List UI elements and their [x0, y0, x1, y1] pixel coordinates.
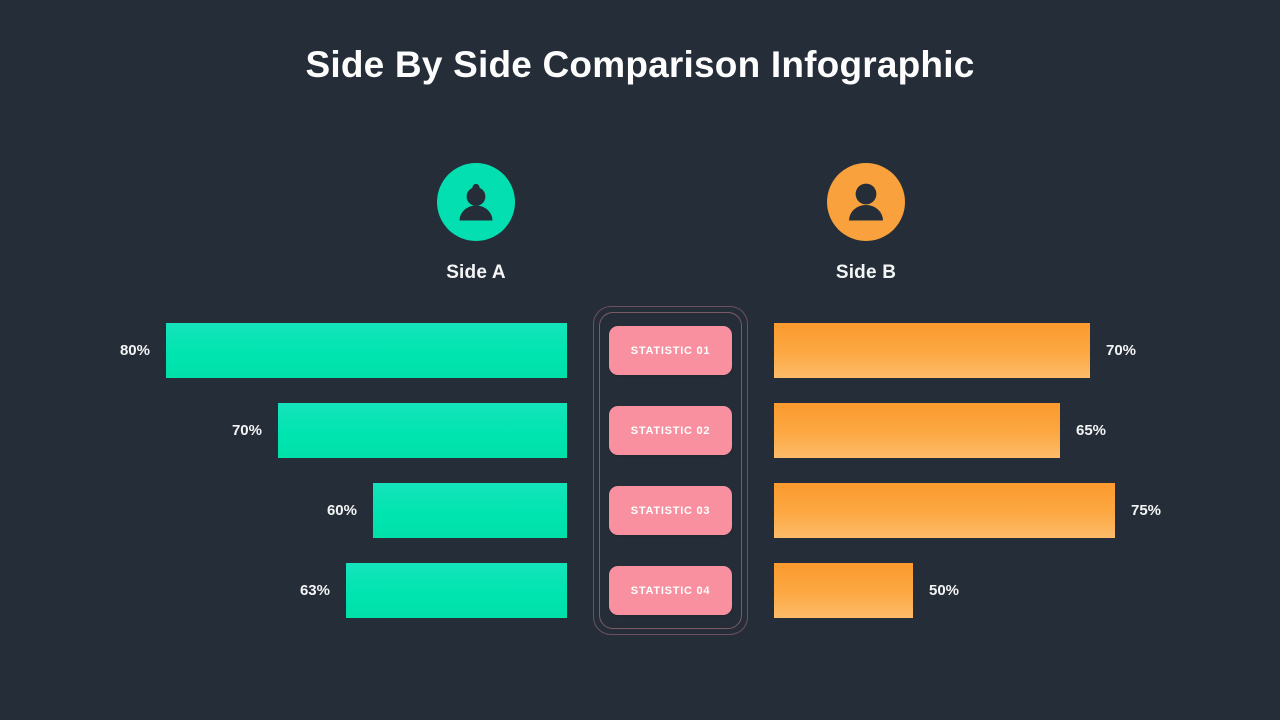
- avatar: [827, 163, 905, 241]
- side-a-bar: [278, 403, 567, 458]
- page-title: Side By Side Comparison Infographic: [305, 44, 975, 85]
- person-icon: [849, 183, 883, 221]
- side-b-bar-group: 70%: [774, 323, 1234, 378]
- side-b-bar: [774, 483, 1115, 538]
- side-b-bar-group: 75%: [774, 483, 1234, 538]
- side-b-header: Side B: [776, 163, 956, 284]
- side-a-bar-group: 60%: [0, 483, 567, 538]
- side-b-bar-group: 65%: [774, 403, 1234, 458]
- side-a-value-label: 60%: [326, 502, 357, 519]
- statistic-pill[interactable]: STATISTIC 03: [609, 486, 732, 535]
- statistic-pill-label: STATISTIC 02: [630, 424, 711, 437]
- statistic-pill-label: STATISTIC 01: [630, 344, 711, 357]
- side-a-value-label: 80%: [119, 342, 150, 359]
- avatar: [437, 163, 515, 241]
- statistic-pill-label: STATISTIC 03: [630, 504, 711, 517]
- side-a-bar-group: 80%: [0, 323, 567, 378]
- side-b-value-label: 75%: [1131, 502, 1162, 519]
- side-a-header: Side A: [386, 163, 566, 284]
- side-a-label: Side A: [446, 262, 506, 283]
- statistic-pill[interactable]: STATISTIC 01: [609, 326, 732, 375]
- statistic-pill[interactable]: STATISTIC 04: [609, 566, 732, 615]
- statistic-pill[interactable]: STATISTIC 02: [609, 406, 732, 455]
- side-a-bar-group: 70%: [0, 403, 567, 458]
- side-a-bar: [346, 563, 567, 618]
- statistic-list: STATISTIC 01 STATISTIC 02 STATISTIC 03 S…: [609, 326, 732, 615]
- side-b-label: Side B: [835, 262, 897, 283]
- side-b-bar: [774, 563, 913, 618]
- side-a-bar: [166, 323, 567, 378]
- side-b-bar: [774, 323, 1090, 378]
- side-b-bar: [774, 403, 1060, 458]
- side-b-value-label: 70%: [1106, 342, 1137, 359]
- side-a-value-label: 70%: [231, 422, 262, 439]
- person-icon: [459, 183, 493, 221]
- side-b-bar-group: 50%: [774, 563, 1234, 618]
- side-a-bar: [373, 483, 567, 538]
- side-b-value-label: 50%: [929, 582, 960, 599]
- side-b-value-label: 65%: [1076, 422, 1107, 439]
- side-a-bar-group: 63%: [0, 563, 567, 618]
- statistic-pill-label: STATISTIC 04: [630, 584, 711, 597]
- side-a-value-label: 63%: [299, 582, 330, 599]
